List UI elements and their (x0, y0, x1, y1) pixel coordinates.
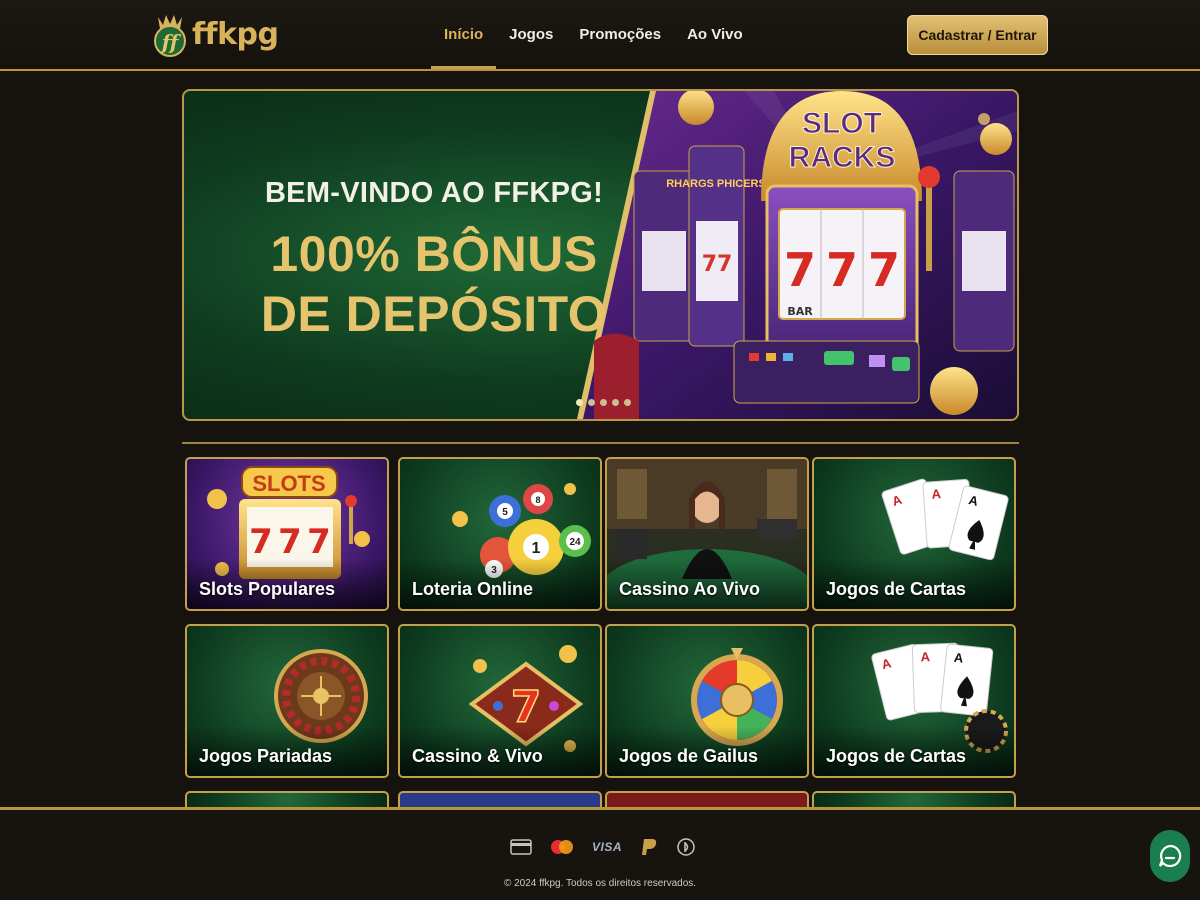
svg-text:1: 1 (532, 540, 541, 557)
carousel-dot-3[interactable] (600, 399, 607, 406)
svg-text:7: 7 (784, 243, 816, 297)
machine-sign-line2: RACKS (789, 141, 896, 174)
svg-text:7: 7 (307, 522, 331, 562)
svg-text:7: 7 (249, 522, 273, 562)
tile-label: Jogos de Gailus (619, 746, 759, 766)
hero-banner[interactable]: RHARGS PHICERS 77 SLOT RACKS 7 7 7 BAR B… (182, 89, 1019, 421)
game-tile-cassino-vivo[interactable]: 7 Cassino & Vivo (398, 624, 602, 778)
nav-item-ao-vivo[interactable]: Ao Vivo (674, 0, 756, 69)
logo-text: ffkpg (192, 16, 279, 52)
svg-text:A: A (920, 649, 931, 664)
chat-bubble-icon (1158, 844, 1182, 868)
svg-text:BAR: BAR (787, 305, 813, 318)
logo-mark-icon: ff (154, 15, 186, 57)
tile-label: Jogos Pariadas (199, 746, 333, 766)
game-tile-jogos-de-cartas[interactable]: A A A Jogos de Cartas (812, 457, 1016, 611)
svg-text:8: 8 (535, 495, 540, 505)
game-tile-slots-populares[interactable]: SLOTS 7 7 7 Slots Populares (185, 457, 389, 611)
hero-subtitle: BEM-VINDO AO FFKPG! (264, 177, 604, 209)
svg-text:24: 24 (569, 537, 581, 548)
tile-label: Slots Populares (199, 579, 336, 599)
payment-methods: VISA (510, 835, 696, 859)
machine-sign-line1: SLOT (802, 107, 882, 140)
nav-item-inicio[interactable]: Início (431, 0, 497, 69)
card-icon (510, 835, 532, 859)
site-footer: VISA © 2024 ffkpg. Todos os direitos res… (0, 807, 1200, 900)
game-tile-jogos-de-cartas-2[interactable]: A A A Jogos de Cartas (812, 624, 1016, 778)
svg-text:7: 7 (278, 522, 302, 562)
hero-title-line1: 100% BÔNUS (270, 226, 598, 282)
site-header: ff ffkpg Início Jogos Promoções Ao Vivo … (0, 0, 1200, 71)
game-tile-cassino-ao-vivo[interactable]: Cassino Ao Vivo (605, 457, 809, 611)
visa-icon: VISA (592, 840, 623, 854)
game-tile-jogos-de-gailus[interactable]: Jogos de Gailus (605, 624, 809, 778)
section-divider (182, 442, 1019, 444)
tile-label: Jogos de Cartas (826, 746, 967, 766)
carousel-dot-2[interactable] (588, 399, 595, 406)
carousel-dots (576, 399, 631, 406)
svg-text:A: A (931, 486, 942, 502)
carousel-dot-4[interactable] (612, 399, 619, 406)
tile-label: Loteria Online (412, 579, 534, 599)
nav-item-promocoes[interactable]: Promoções (566, 0, 674, 69)
logo[interactable]: ff ffkpg (152, 10, 279, 58)
tile-label: Jogos de Cartas (826, 579, 967, 599)
main-nav: Início Jogos Promoções Ao Vivo (431, 0, 756, 69)
carousel-dot-5[interactable] (624, 399, 631, 406)
svg-text:5: 5 (502, 507, 508, 518)
signup-login-button[interactable]: Cadastrar / Entrar (907, 15, 1048, 55)
svg-text:SLOTS: SLOTS (252, 471, 325, 496)
hero-text-block: BEM-VINDO AO FFKPG! 100% BÔNUS DE DEPÓSI… (234, 177, 634, 344)
paypal-icon (640, 835, 658, 859)
live-chat-button[interactable] (1150, 830, 1190, 882)
game-tile-jogos-pariadas[interactable]: Jogos Pariadas (185, 624, 389, 778)
mastercard-icon (550, 835, 574, 859)
svg-text:7: 7 (826, 243, 858, 297)
carousel-dot-1[interactable] (576, 399, 583, 406)
hero-title-line2: DE DEPÓSITO (260, 286, 608, 342)
copyright-text: © 2024 ffkpg. Todos os direitos reservad… (503, 878, 697, 889)
tile-label: Cassino & Vivo (412, 746, 543, 766)
svg-text:77: 77 (702, 252, 733, 277)
tile-label: Cassino Ao Vivo (619, 579, 761, 599)
svg-text:7: 7 (868, 243, 900, 297)
svg-text:RHARGS PHICERS: RHARGS PHICERS (666, 178, 766, 190)
game-tile-loteria-online[interactable]: 5 8 3 1 24 Loteria Online (398, 457, 602, 611)
nav-item-jogos[interactable]: Jogos (496, 0, 566, 69)
crypto-coin-icon (676, 835, 696, 859)
